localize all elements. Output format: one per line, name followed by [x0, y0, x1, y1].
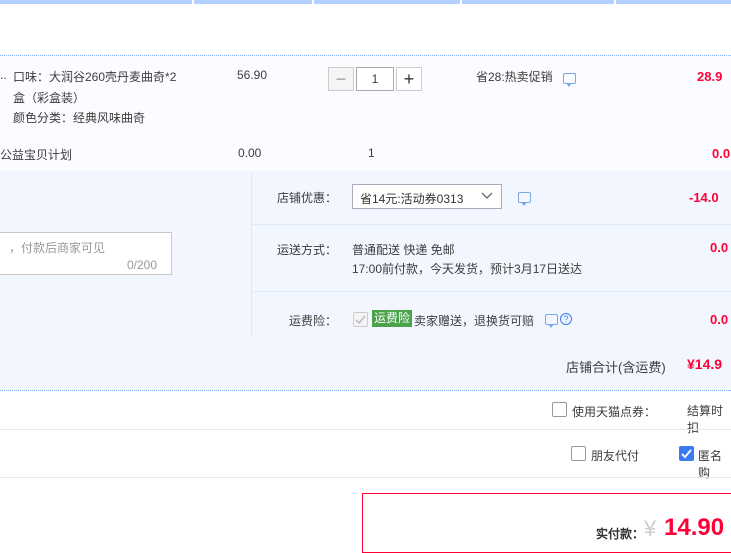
insurance-label: 运费险：: [289, 314, 338, 328]
points-note: 结算时扣: [687, 404, 724, 435]
charity-quantity: 1: [368, 146, 375, 160]
shop-discount-label: 店铺优惠：: [277, 191, 338, 205]
delivery-method: 普通配送 快递 免邮: [352, 243, 455, 257]
item-attr-flavor-cont: 盒（彩盒装）: [13, 91, 86, 105]
chat-icon[interactable]: [545, 314, 558, 328]
shop-total-amount: ¥14.9: [687, 356, 723, 372]
insurance-text: 卖家赠送，退换货可赔: [414, 314, 535, 328]
payment-currency: ¥: [644, 516, 657, 541]
chevron-down-icon: [481, 192, 493, 199]
delivery-estimate: 17:00前付款，今天发货，预计3月17日送达: [352, 262, 583, 276]
quantity-minus-button[interactable]: −: [328, 67, 354, 91]
message-placeholder: ，付款后商家可见: [9, 241, 106, 255]
quantity-plus-button[interactable]: +: [396, 67, 422, 91]
payment-summary-box: 实付款： ¥ 14.90: [362, 493, 731, 553]
insurance-checkbox: [353, 312, 368, 327]
shop-discount-amount: -14.0: [689, 190, 719, 205]
promo-text: 省28:热卖促销: [476, 70, 553, 84]
shop-discount-selected: 省14元:活动券0313: [360, 192, 464, 206]
charity-price: 0.00: [238, 146, 262, 160]
insurance-amount: 0.0: [710, 312, 729, 327]
item-attr-flavor: 口味：大润谷260壳丹麦曲奇*2: [13, 70, 177, 84]
item-price: 56.90: [237, 68, 268, 82]
anonymous-label: 匿名购: [698, 449, 723, 480]
delivery-label: 运送方式：: [277, 243, 338, 257]
payment-amount: 14.90: [664, 514, 725, 541]
item-prefix: ..: [0, 68, 7, 82]
item-attr-color: 颜色分类：经典风味曲奇: [13, 111, 146, 125]
friend-pay-checkbox[interactable]: [571, 446, 586, 461]
item-subtotal: 28.9: [697, 69, 723, 84]
charity-subtotal: 0.0: [712, 146, 731, 161]
chat-icon[interactable]: [518, 192, 531, 206]
help-icon[interactable]: ?: [560, 313, 572, 325]
shop-total-label: 店铺合计(含运费): [566, 360, 666, 375]
shop-discount-select[interactable]: 省14元:活动券0313: [352, 184, 502, 209]
friend-pay-label: 朋友代付: [591, 449, 640, 463]
message-textarea[interactable]: ，付款后商家可见 0/200: [0, 232, 172, 275]
points-checkbox[interactable]: [552, 402, 567, 417]
points-label: 使用天猫点券：: [572, 405, 657, 419]
chat-icon[interactable]: [563, 73, 576, 87]
payment-label: 实付款：: [596, 527, 645, 541]
message-counter: 0/200: [127, 258, 158, 272]
charity-label: 公益宝贝计划: [0, 148, 73, 162]
quantity-input[interactable]: 1: [356, 67, 394, 91]
table-header-bar: [0, 0, 731, 4]
anonymous-checkbox[interactable]: [679, 446, 694, 461]
insurance-badge: 运费险: [372, 310, 413, 327]
delivery-amount: 0.0: [710, 240, 729, 255]
